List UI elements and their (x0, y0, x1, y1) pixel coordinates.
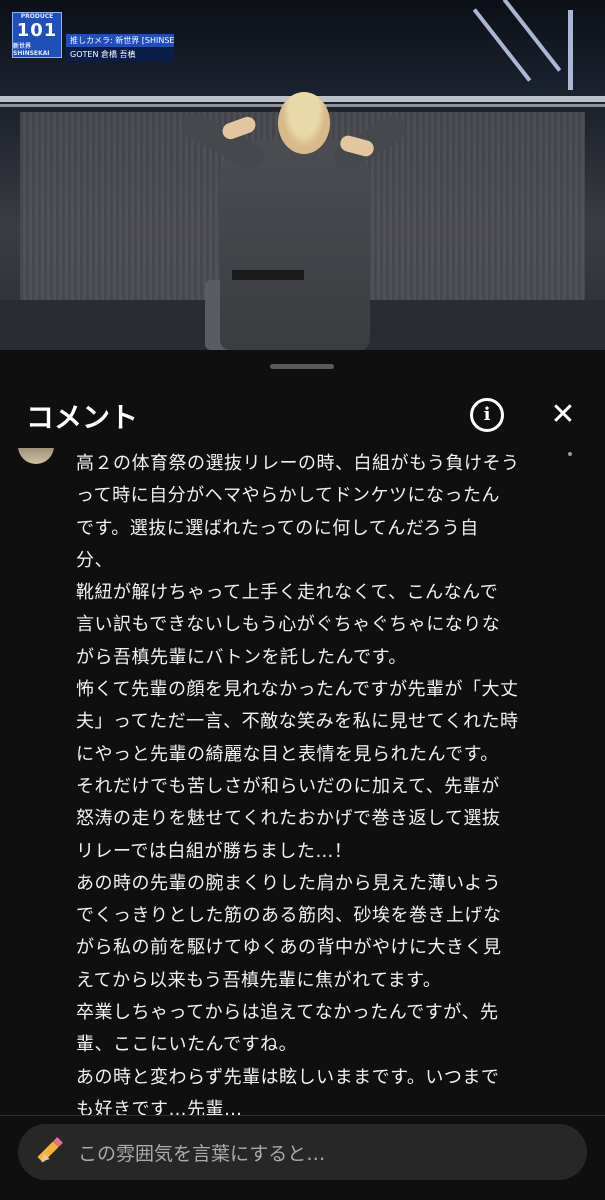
performer-jacket (220, 140, 370, 350)
comment-line: って時に自分がヘマやらかしてドンケツになったん (76, 485, 501, 507)
comment-line: えてから以来もう吾槙先輩に焦がれてます。 (76, 969, 442, 991)
logo-top-text: PRODUCE (20, 13, 54, 20)
comment-input[interactable]: この雰囲気を言葉にすると… (18, 1124, 587, 1180)
caption-line-1: 推しカメラ: 新世界 [SHINSEKAI] (66, 34, 174, 47)
comment-line: 靴紐が解けちゃって上手く走れなくて、こんなんで (76, 582, 499, 604)
comment-line: 分、 (76, 549, 113, 571)
comment-line: です。選抜に選ばれたってのに何してんだろう自 (76, 517, 479, 539)
comment-line: がら私の前を駆けてゆくあの背中がやけに大きく見 (76, 937, 502, 959)
comments-sheet: コメント i ✕ 高２の体育祭の選抜リレーの時、白組がもう負けそう って時に自分が… (0, 350, 605, 1200)
light-beam (568, 10, 573, 90)
video-player[interactable]: PRODUCE 101 新世界 SHINSEKAI 推しカメラ: 新世界 [SH… (0, 0, 605, 350)
info-icon: i (483, 404, 491, 425)
pencil-icon (37, 1137, 64, 1165)
info-button[interactable]: i (470, 398, 504, 432)
logo-sub-text: 新世界 SHINSEKAI (13, 43, 50, 57)
comment-body: 高２の体育祭の選抜リレーの時、白組がもう負けそう って時に自分がヘマやらかしてドン… (76, 448, 572, 1116)
sheet-header: コメント i ✕ (0, 386, 605, 450)
comment-line: 卒業しちゃってからは追えてなかったんですが、先 (76, 1002, 499, 1024)
comment-line: でくっきりとした筋のある筋肉、砂埃を巻き上げな (76, 905, 502, 927)
performer-belt (232, 270, 304, 280)
comment-line: 夫」ってただ一言、不敵な笑みを私に見せてくれた時 (76, 711, 519, 733)
close-icon: ✕ (550, 397, 576, 432)
performer-head (278, 92, 330, 154)
comment-line: 怒涛の走りを魅せてくれたおかげで巻き返して選抜 (76, 808, 501, 830)
comment-line: にやっと先輩の綺麗な目と表情を見られたんです。 (76, 743, 499, 765)
divider (0, 1115, 605, 1116)
drag-handle[interactable] (270, 364, 334, 369)
comment-line: 怖くて先輩の顔を見れなかったんですが先輩が「大丈 (76, 679, 519, 701)
comment-line: 高２の体育祭の選抜リレーの時、白組がもう負けそう (76, 453, 520, 474)
caption-line-2: GOTEN 倉橋 吾槙 (66, 48, 174, 61)
comment-line: も好きです…先輩… (76, 1098, 243, 1116)
comment-line: 輩、ここにいたんですね。 (76, 1034, 298, 1056)
sheet-title: コメント (26, 401, 139, 434)
comment-line: リレーでは白組が勝ちました…！ (76, 840, 353, 862)
video-caption: 推しカメラ: 新世界 [SHINSEKAI] GOTEN 倉橋 吾槙 (66, 34, 174, 61)
comment-line: がら吾槙先輩にバトンを託したんです。 (76, 646, 407, 668)
comment-line: それだけでも苦しさが和らいだのに加えて、先輩が (76, 775, 500, 797)
show-logo: PRODUCE 101 新世界 SHINSEKAI (12, 12, 62, 58)
comment-line: あの時と変わらず先輩は眩しいままです。いつまで (76, 1066, 500, 1088)
logo-number: 101 (16, 20, 58, 41)
comment-line: 言い訳もできないしもう心がぐちゃぐちゃになりな (76, 614, 501, 636)
comment-input-placeholder: この雰囲気を言葉にすると… (78, 1142, 326, 1165)
comment-list[interactable]: 高２の体育祭の選抜リレーの時、白組がもう負けそう って時に自分がヘマやらかしてドン… (0, 448, 605, 1116)
avatar[interactable] (18, 448, 54, 464)
comment-line: あの時の先輩の腕まくりした肩から見えた薄いよう (76, 872, 502, 894)
close-button[interactable]: ✕ (546, 396, 580, 434)
